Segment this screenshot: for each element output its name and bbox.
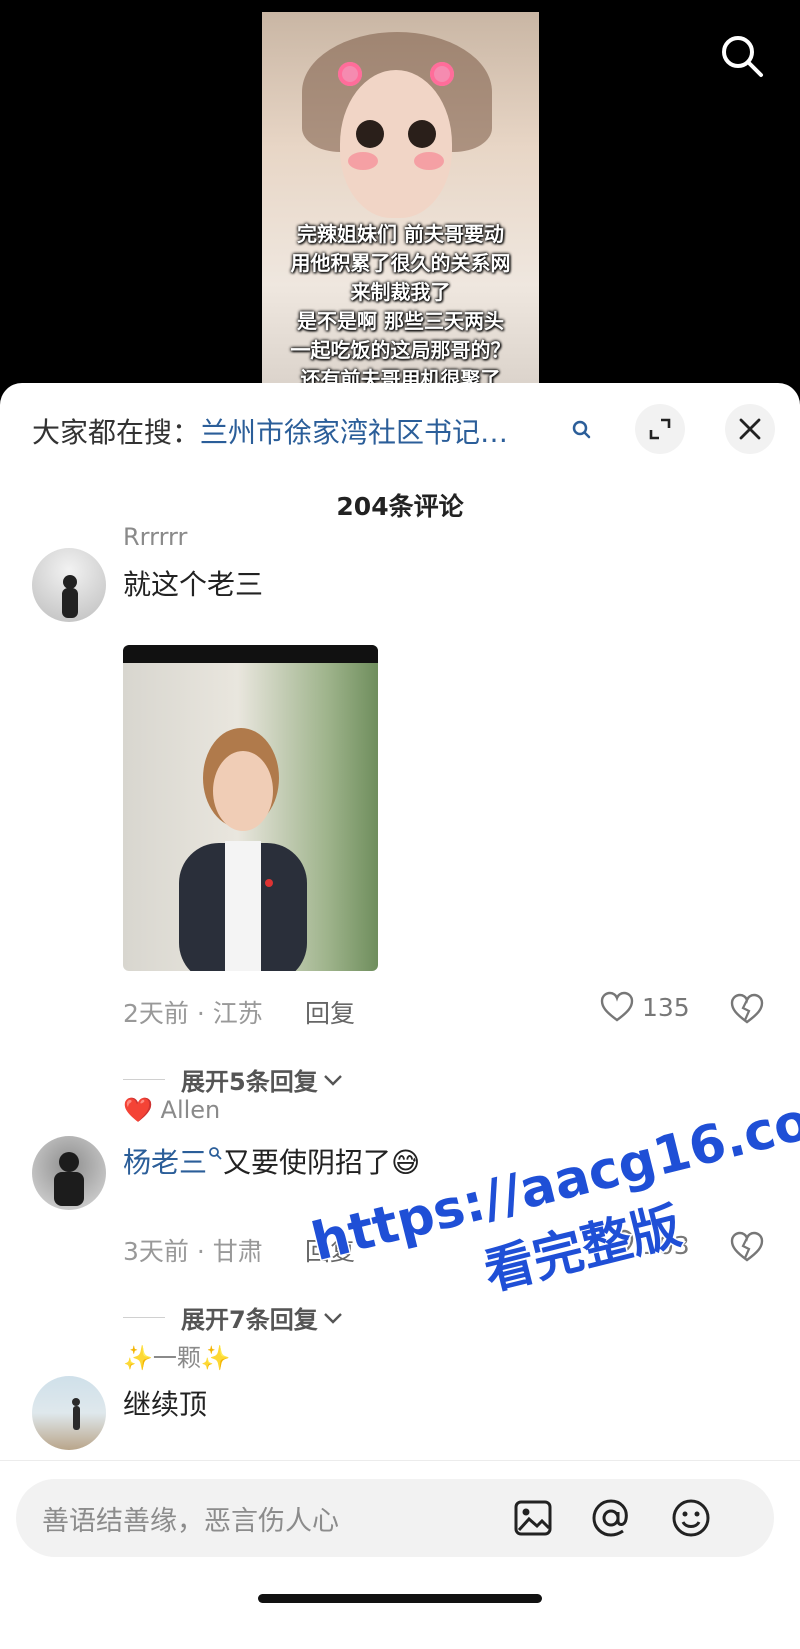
comment-meta: 2天前 · 江苏 xyxy=(123,999,263,1028)
comment-username-row[interactable]: ❤️ Allen xyxy=(123,1096,220,1124)
divider-line xyxy=(123,1079,165,1080)
close-button[interactable] xyxy=(725,404,775,454)
flower-sticker-left xyxy=(338,62,362,86)
video-eye-right xyxy=(408,120,436,148)
expand-replies-button[interactable]: 展开7条回复 xyxy=(123,1300,344,1335)
chevron-down-icon xyxy=(323,1312,342,1324)
reply-button[interactable]: 回复 xyxy=(305,1232,355,1268)
image-icon[interactable] xyxy=(512,1497,554,1539)
like-button[interactable]: 135 xyxy=(600,991,690,1023)
like-count: 135 xyxy=(642,992,690,1022)
avatar[interactable] xyxy=(32,1136,106,1210)
expand-replies-label: 展开5条回复 xyxy=(181,1068,318,1096)
video-subtitles: 完辣姐妹们 前夫哥要动 用他积累了很久的关系网 来制裁我了 是不是啊 那些三天两… xyxy=(262,220,539,394)
expand-icon xyxy=(649,418,671,440)
comment-image[interactable] xyxy=(123,645,378,971)
broken-heart-icon[interactable] xyxy=(730,1230,764,1264)
subtitle-line: 来制裁我了 xyxy=(350,280,451,304)
search-icon[interactable] xyxy=(718,32,766,80)
subtitle-line: 是不是啊 那些三天两头 xyxy=(297,309,504,333)
input-divider xyxy=(0,1460,800,1461)
subtitle-line: 用他积累了很久的关系网 xyxy=(290,251,511,275)
comment-text: 就这个老三 xyxy=(123,568,264,601)
avatar[interactable] xyxy=(32,1376,106,1450)
expand-replies-button[interactable]: 展开5条回复 xyxy=(123,1062,344,1097)
video-blush-left xyxy=(348,152,378,170)
video-eye-left xyxy=(356,120,384,148)
at-mention-icon[interactable] xyxy=(590,1497,632,1539)
flower-sticker-right xyxy=(430,62,454,86)
comment-input-placeholder[interactable]: 善语结善缘，恶言伤人心 xyxy=(42,1499,339,1538)
heart-icon xyxy=(600,1229,634,1260)
hot-search-prefix: 大家都在搜： xyxy=(32,416,201,449)
avatar-silhouette xyxy=(72,1398,80,1430)
avatar[interactable] xyxy=(32,548,106,622)
heart-icon xyxy=(600,991,634,1022)
comment-text-row: 杨老三 又要使阴招了😅 xyxy=(123,1141,420,1181)
chevron-down-icon xyxy=(323,1074,342,1086)
like-button[interactable]: 103 xyxy=(600,1229,690,1261)
subtitle-line: 一起吃饭的这局那哥的？ xyxy=(290,338,511,362)
divider-line xyxy=(123,1317,165,1318)
hot-search-bar[interactable]: 大家都在搜： 兰州市徐家湾社区书记… xyxy=(32,411,592,451)
subtitle-line: 完辣姐妹们 前夫哥要动 xyxy=(297,222,504,246)
reply-button[interactable]: 回复 xyxy=(305,994,355,1030)
mention-link[interactable]: 杨老三 xyxy=(123,1146,207,1179)
comment-meta: 3天前 · 甘肃 xyxy=(123,1237,263,1266)
video-frame[interactable]: 完辣姐妹们 前夫哥要动 用他积累了很久的关系网 来制裁我了 是不是啊 那些三天两… xyxy=(262,12,539,402)
image-top-band xyxy=(123,645,378,663)
video-player[interactable]: 完辣姐妹们 前夫哥要动 用他积累了很久的关系网 来制裁我了 是不是啊 那些三天两… xyxy=(0,0,800,402)
search-icon[interactable] xyxy=(207,1145,223,1161)
comment-text: 继续顶 xyxy=(123,1388,208,1421)
expand-replies-label: 展开7条回复 xyxy=(181,1306,318,1334)
broken-heart-icon[interactable] xyxy=(730,992,764,1026)
comment-text: 又要使阴招了 xyxy=(223,1146,392,1179)
video-face-shape xyxy=(340,70,452,218)
search-icon[interactable] xyxy=(568,416,596,444)
like-count: 103 xyxy=(642,1230,690,1260)
avatar-silhouette xyxy=(62,575,78,618)
heart-emoji: ❤️ xyxy=(123,1096,153,1124)
comment-count: 204条评论 xyxy=(336,492,464,521)
comment-input[interactable]: 善语结善缘，恶言伤人心 xyxy=(16,1479,774,1557)
video-blush-right xyxy=(414,152,444,170)
expand-button[interactable] xyxy=(635,404,685,454)
comment-username[interactable]: Rrrrrr xyxy=(123,523,187,551)
emoji-icon[interactable] xyxy=(670,1497,712,1539)
avatar-silhouette xyxy=(54,1152,84,1206)
comment-username: Allen xyxy=(160,1096,221,1124)
home-indicator xyxy=(258,1594,542,1603)
hot-search-link[interactable]: 兰州市徐家湾社区书记… xyxy=(200,411,508,451)
comment-sheet: 大家都在搜： 兰州市徐家湾社区书记… 204条评论 Rrrrrr 就这个老三 2… xyxy=(0,383,800,1649)
comment-username[interactable]: ✨一颗✨ xyxy=(123,1338,231,1373)
emoji: 😅 xyxy=(391,1146,421,1179)
image-person-shape xyxy=(179,728,307,971)
close-icon xyxy=(739,418,761,440)
